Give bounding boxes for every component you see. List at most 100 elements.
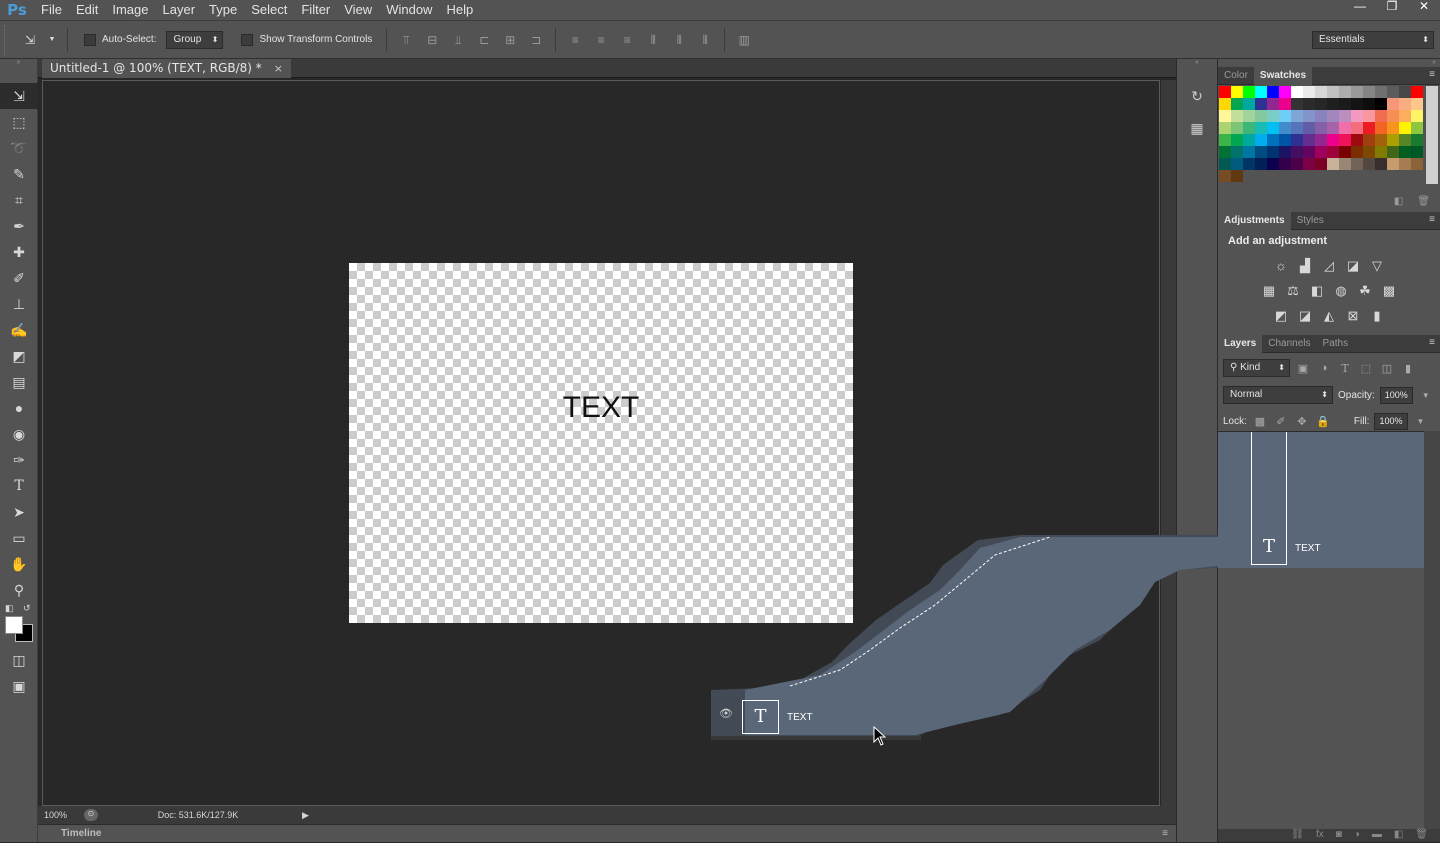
color-swatch[interactable] [1351, 110, 1363, 122]
gradient-tool-icon[interactable]: ▤ [0, 369, 38, 395]
lasso-tool-icon[interactable]: ➰ [0, 135, 38, 161]
screen-mode-icon[interactable]: ▣ [0, 673, 38, 699]
color-swatch[interactable] [1339, 146, 1351, 158]
color-swatch[interactable] [1231, 158, 1243, 170]
color-swatch[interactable] [1375, 146, 1387, 158]
color-swatch[interactable] [1351, 146, 1363, 158]
color-swatch[interactable] [1387, 146, 1399, 158]
move-tool-icon[interactable]: ⇲ [0, 83, 38, 109]
color-swatch[interactable] [1387, 110, 1399, 122]
panel-menu-icon[interactable]: ≡ [1162, 825, 1168, 843]
color-swatch[interactable] [1351, 158, 1363, 170]
eraser-tool-icon[interactable]: ◩ [0, 343, 38, 369]
rectangle-tool-icon[interactable]: ▭ [0, 525, 38, 551]
document-tab[interactable]: Untitled-1 @ 100% (TEXT, RGB/8) * × [42, 59, 292, 78]
color-swatch[interactable] [1279, 146, 1291, 158]
color-swatch[interactable] [1243, 110, 1255, 122]
tab-swatches[interactable]: Swatches [1253, 66, 1313, 85]
swap-colors-icon[interactable]: ↺ [23, 603, 31, 614]
dodge-tool-icon[interactable]: ◉ [0, 421, 38, 447]
color-swatch[interactable] [1387, 122, 1399, 134]
color-swatch[interactable] [1267, 146, 1279, 158]
color-swatch[interactable] [1411, 122, 1423, 134]
options-grip[interactable] [4, 24, 12, 55]
color-swatch[interactable] [1291, 86, 1303, 98]
color-swatch[interactable] [1267, 98, 1279, 110]
color-swatch[interactable] [1411, 86, 1423, 98]
new-group-icon[interactable]: ▬ [1372, 829, 1382, 842]
color-swatch[interactable] [1267, 158, 1279, 170]
add-mask-icon[interactable]: ◙ [1336, 829, 1342, 842]
color-swatch[interactable] [1303, 158, 1315, 170]
color-swatch[interactable] [1243, 134, 1255, 146]
quick-mask-icon[interactable]: ◫ [0, 647, 38, 673]
gradient-map-icon[interactable]: ▮ [1368, 307, 1386, 325]
color-swatch[interactable] [1411, 110, 1423, 122]
marquee-tool-icon[interactable]: ⬚ [0, 109, 38, 135]
lock-position-icon[interactable]: ✥ [1294, 415, 1310, 428]
color-swatch[interactable] [1291, 134, 1303, 146]
color-swatch[interactable] [1255, 110, 1267, 122]
properties-panel-icon[interactable]: ▦ [1183, 115, 1211, 141]
menu-file[interactable]: File [34, 0, 69, 20]
minimize-button[interactable]: — [1344, 0, 1376, 14]
brush-tool-icon[interactable]: ✐ [0, 265, 38, 291]
color-swatch[interactable] [1255, 134, 1267, 146]
vibrance-icon[interactable]: ▽ [1368, 257, 1386, 275]
invert-icon[interactable]: ◩ [1272, 307, 1290, 325]
color-swatch[interactable] [1303, 146, 1315, 158]
color-swatch[interactable] [1255, 158, 1267, 170]
layer-style-icon[interactable]: fx [1316, 829, 1324, 842]
color-swatch[interactable] [1339, 86, 1351, 98]
fill-dropdown-icon[interactable]: ▼ [1413, 417, 1429, 426]
color-swatch[interactable] [1243, 122, 1255, 134]
menu-type[interactable]: Type [202, 0, 244, 20]
foreground-color-swatch[interactable] [5, 616, 23, 634]
color-swatch[interactable] [1411, 146, 1423, 158]
color-swatch[interactable] [1375, 158, 1387, 170]
restore-button[interactable]: ❐ [1376, 0, 1408, 14]
color-swatch[interactable] [1267, 110, 1279, 122]
color-swatch[interactable] [1219, 110, 1231, 122]
color-swatch[interactable] [1411, 158, 1423, 170]
color-swatch[interactable] [1399, 134, 1411, 146]
color-swatch[interactable] [1243, 158, 1255, 170]
color-swatch[interactable] [1363, 122, 1375, 134]
color-swatch[interactable] [1279, 134, 1291, 146]
color-swatch[interactable] [1411, 134, 1423, 146]
color-swatch[interactable] [1327, 122, 1339, 134]
color-swatch[interactable] [1327, 158, 1339, 170]
color-swatch[interactable] [1303, 122, 1315, 134]
color-swatch[interactable] [1243, 98, 1255, 110]
align-top-icon[interactable]: ⫪ [398, 32, 414, 48]
tab-color[interactable]: Color [1218, 67, 1254, 85]
color-swatch[interactable] [1303, 98, 1315, 110]
filter-toggle-icon[interactable]: ▮ [1400, 362, 1416, 375]
color-swatch[interactable] [1351, 122, 1363, 134]
tab-channels[interactable]: Channels [1262, 335, 1316, 353]
menu-view[interactable]: View [337, 0, 379, 20]
distribute-left-icon[interactable]: ⦀ [645, 32, 661, 48]
color-swatch[interactable] [1399, 98, 1411, 110]
blend-mode-dropdown[interactable]: Normal ⬍ [1223, 386, 1333, 404]
color-swatch[interactable] [1315, 122, 1327, 134]
distribute-vcenter-icon[interactable]: ≡ [593, 32, 609, 48]
color-swatch[interactable] [1279, 122, 1291, 134]
new-adjustment-layer-icon[interactable]: ◑ [1354, 829, 1360, 842]
distribute-bottom-icon[interactable]: ≡ [619, 32, 635, 48]
color-swatch[interactable] [1339, 134, 1351, 146]
color-swatch[interactable] [1339, 122, 1351, 134]
color-swatch[interactable] [1339, 110, 1351, 122]
color-swatch[interactable] [1387, 134, 1399, 146]
color-swatch[interactable] [1375, 86, 1387, 98]
collapse-arrows-icon[interactable]: » [0, 59, 37, 67]
color-swatch[interactable] [1219, 122, 1231, 134]
color-swatch[interactable] [1231, 98, 1243, 110]
healing-brush-tool-icon[interactable]: ✚ [0, 239, 38, 265]
align-vcenter-icon[interactable]: ⊟ [424, 32, 440, 48]
color-swatch[interactable] [1231, 146, 1243, 158]
color-swatch[interactable] [1219, 146, 1231, 158]
distribute-top-icon[interactable]: ≡ [567, 32, 583, 48]
color-swatch[interactable] [1291, 98, 1303, 110]
color-swatch[interactable] [1399, 86, 1411, 98]
